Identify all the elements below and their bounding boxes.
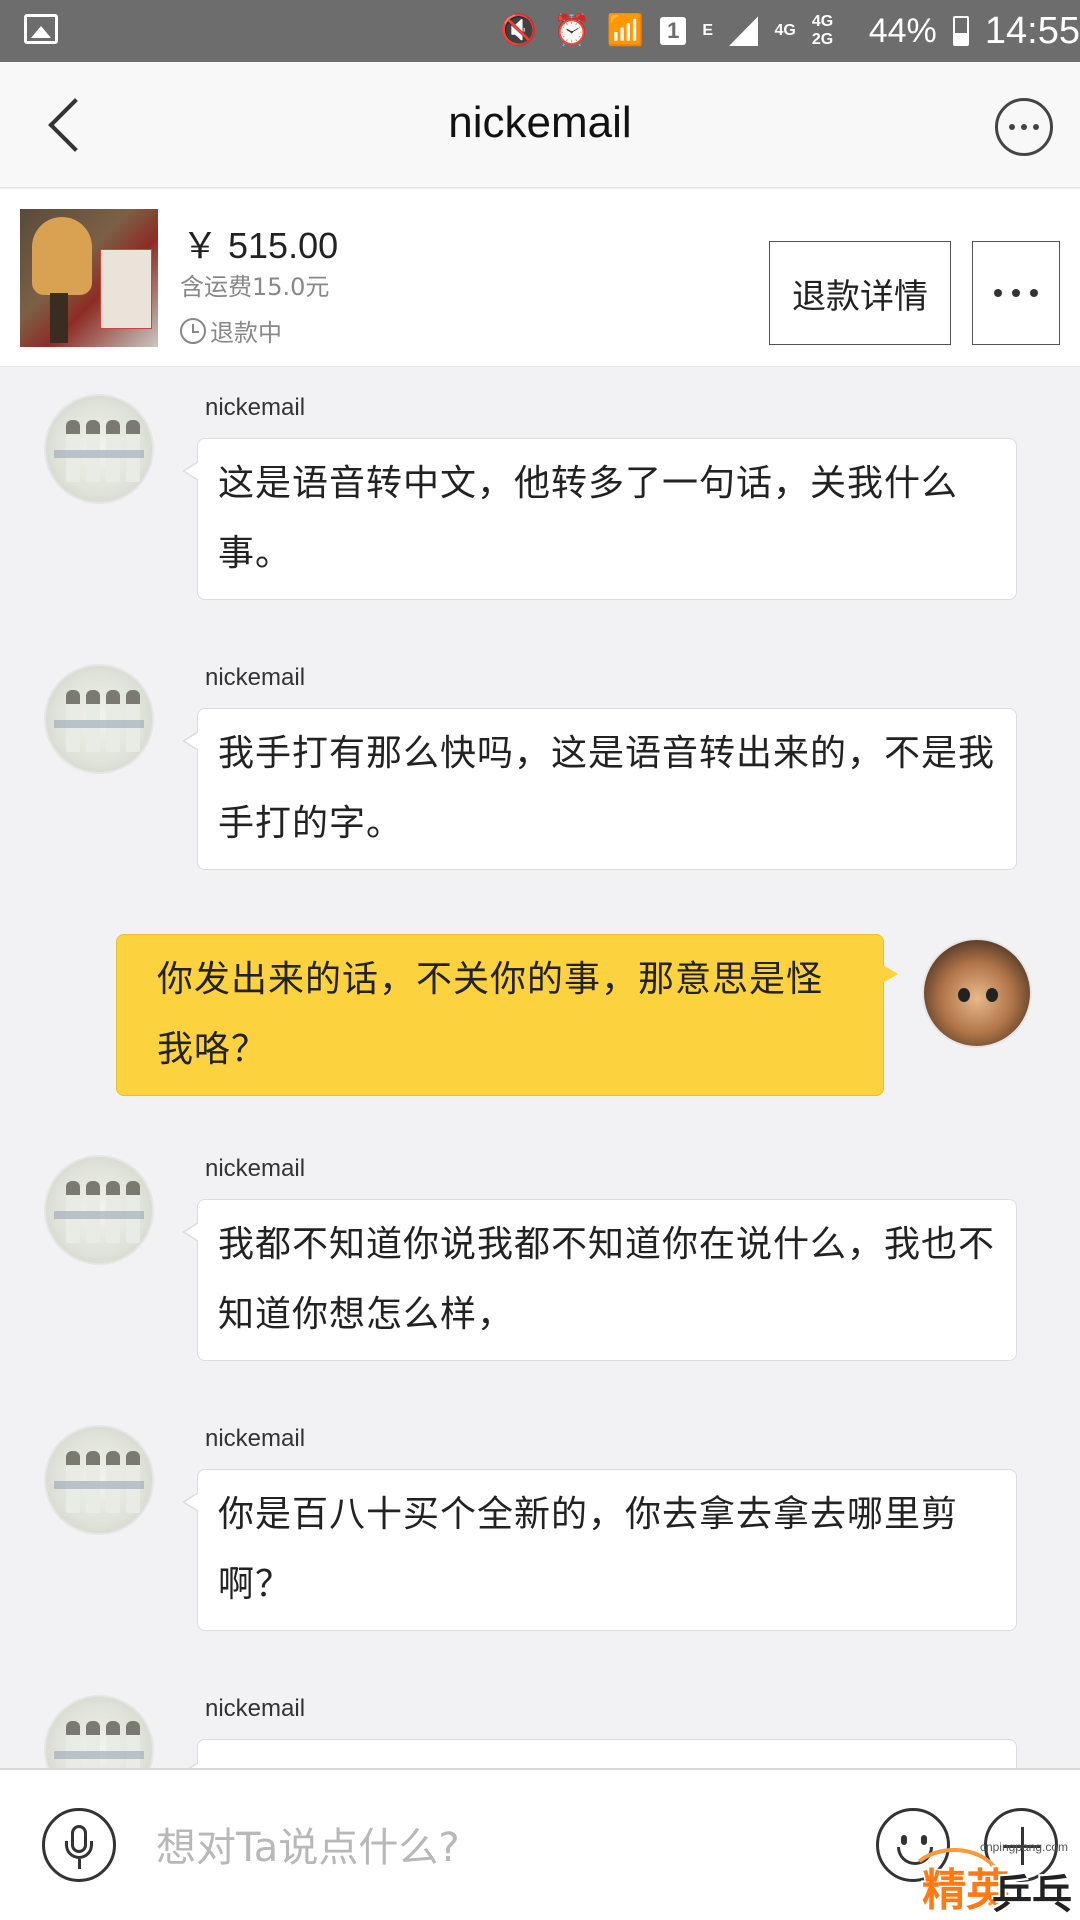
watermark-logo: cnpingpang.com 精英 乒乓网 bbox=[900, 1840, 1080, 1918]
watermark-url: cnpingpang.com bbox=[979, 1840, 1068, 1854]
watermark-brand-b: 乒乓网 bbox=[992, 1872, 1072, 1918]
sender-name: nickemail bbox=[205, 664, 306, 691]
dot-icon bbox=[1033, 124, 1039, 130]
message-bubble[interactable]: 你是百八十买个全新的，你去拿去拿去哪里剪啊？ bbox=[182, 1469, 1017, 1631]
wifi-icon: 📶 bbox=[606, 14, 645, 47]
message-item: nickemail bbox=[0, 1695, 1080, 1768]
dot-icon bbox=[1030, 289, 1038, 297]
mute-icon: 🔇 bbox=[500, 14, 538, 47]
refund-details-button[interactable]: 退款详情 bbox=[769, 241, 951, 345]
voice-input-button[interactable] bbox=[42, 1808, 116, 1882]
status-icons: 🔇 ⏰ 📶 1 E 4G 4G 2G 44% 14:55 bbox=[500, 10, 1080, 52]
self-avatar[interactable] bbox=[922, 938, 1032, 1048]
message-item: nickemail 你是百八十买个全新的，你去拿去拿去哪里剪啊？ bbox=[0, 1425, 1080, 1635]
shipping-fee: 含运费15.0元 bbox=[180, 273, 330, 301]
sender-avatar[interactable] bbox=[44, 394, 154, 504]
title-bar: nickemail bbox=[0, 62, 1080, 188]
gallery-icon bbox=[24, 14, 58, 44]
message-input[interactable] bbox=[156, 1820, 856, 1876]
alarm-icon: ⏰ bbox=[553, 14, 591, 47]
network-4g: 4G bbox=[774, 22, 796, 39]
product-price: ￥ 515.00 bbox=[182, 225, 339, 266]
message-bubble[interactable] bbox=[182, 1739, 1017, 1768]
sender-name: nickemail bbox=[205, 1425, 306, 1452]
battery-percent: 44% bbox=[868, 11, 937, 50]
message-item: nickemail 我都不知道你说我都不知道你在说什么，我也不知道你想怎么样， bbox=[0, 1155, 1080, 1365]
clock-time: 14:55 bbox=[984, 9, 1080, 52]
paddle-box bbox=[100, 249, 152, 329]
message-item-self: 你发出来的话，不关你的事，那意思是怪我咯？ bbox=[0, 934, 1080, 1114]
product-thumbnail[interactable] bbox=[20, 209, 158, 347]
order-status-text: 退款中 bbox=[210, 319, 282, 347]
network-4g2g: 4G 2G bbox=[811, 13, 834, 48]
product-more-button[interactable] bbox=[972, 241, 1060, 345]
mic-icon-base bbox=[65, 1841, 93, 1859]
product-bar: ￥ 515.00 含运费15.0元 退款中 退款详情 bbox=[0, 189, 1080, 367]
signal-icon bbox=[729, 16, 759, 46]
sim-badge: 1 bbox=[660, 17, 687, 45]
battery-icon bbox=[952, 16, 969, 46]
paddle-blade bbox=[32, 217, 92, 295]
sender-avatar[interactable] bbox=[44, 1695, 154, 1768]
chat-list[interactable]: nickemail 这是语音转中文，他转多了一句话，关我什么事。 nickema… bbox=[0, 368, 1080, 1768]
dot-icon bbox=[1009, 124, 1015, 130]
page-title: nickemail bbox=[448, 98, 632, 147]
status-bar: 🔇 ⏰ 📶 1 E 4G 4G 2G 44% 14:55 bbox=[0, 0, 1080, 62]
message-bubble-self[interactable]: 你发出来的话，不关你的事，那意思是怪我咯？ bbox=[116, 934, 898, 1096]
sender-avatar[interactable] bbox=[44, 1155, 154, 1265]
message-bubble[interactable]: 这是语音转中文，他转多了一句话，关我什么事。 bbox=[182, 438, 1017, 600]
dot-icon bbox=[1012, 289, 1020, 297]
message-item: nickemail 这是语音转中文，他转多了一句话，关我什么事。 bbox=[0, 394, 1080, 604]
sender-avatar[interactable] bbox=[44, 1425, 154, 1535]
message-bubble[interactable]: 我手打有那么快吗，这是语音转出来的，不是我手打的字。 bbox=[182, 708, 1017, 870]
sender-name: nickemail bbox=[205, 394, 306, 421]
mic-icon-stand bbox=[78, 1859, 81, 1869]
sender-name: nickemail bbox=[205, 1695, 306, 1722]
paddle-handle bbox=[50, 293, 68, 343]
more-options-button[interactable] bbox=[995, 98, 1053, 156]
clock-icon bbox=[180, 317, 206, 344]
sender-avatar[interactable] bbox=[44, 664, 154, 774]
message-bubble[interactable]: 我都不知道你说我都不知道你在说什么，我也不知道你想怎么样， bbox=[182, 1199, 1017, 1361]
message-item: nickemail 我手打有那么快吗，这是语音转出来的，不是我手打的字。 bbox=[0, 664, 1080, 874]
order-status: 退款中 bbox=[180, 313, 282, 348]
sender-name: nickemail bbox=[205, 1155, 306, 1182]
dot-icon bbox=[994, 289, 1002, 297]
dot-icon bbox=[1021, 124, 1027, 130]
network-e: E bbox=[702, 22, 713, 39]
